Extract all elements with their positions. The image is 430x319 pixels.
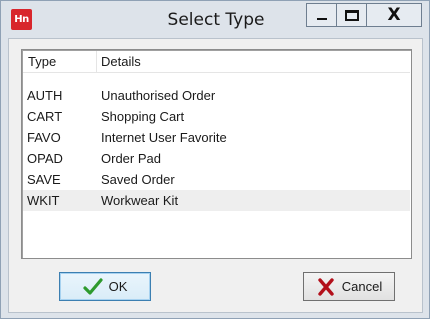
row-details: Unauthorised Order xyxy=(101,88,216,103)
ok-button-label: OK xyxy=(108,279,128,294)
maximize-button[interactable] xyxy=(337,4,367,26)
row-type: FAVO xyxy=(27,130,61,145)
list-rows: AUTH Unauthorised Order CART Shopping Ca… xyxy=(23,85,410,211)
row-type: AUTH xyxy=(27,88,63,103)
row-details: Order Pad xyxy=(101,151,161,166)
select-type-dialog: Hn Select Type X Type Details AUTH Unaut… xyxy=(0,0,430,319)
row-type: CART xyxy=(27,109,63,124)
close-button[interactable]: X xyxy=(367,4,421,26)
column-header-type[interactable]: Type xyxy=(23,51,97,73)
row-type: OPAD xyxy=(27,151,63,166)
list-row-auth[interactable]: AUTH Unauthorised Order xyxy=(23,85,410,106)
maximize-icon xyxy=(344,9,359,21)
cancel-button-label: Cancel xyxy=(341,279,383,294)
list-row-opad[interactable]: OPAD Order Pad xyxy=(23,148,410,169)
minimize-button[interactable] xyxy=(307,4,337,26)
row-type: SAVE xyxy=(27,172,61,187)
title-bar[interactable]: Hn Select Type X xyxy=(1,1,429,39)
row-details: Workwear Kit xyxy=(101,193,179,208)
row-details: Saved Order xyxy=(101,172,175,187)
red-x-icon xyxy=(318,277,334,296)
row-type: WKIT xyxy=(27,193,60,208)
row-details: Shopping Cart xyxy=(101,109,185,124)
close-icon: X xyxy=(387,4,401,25)
dialog-body: Type Details AUTH Unauthorised Order CAR… xyxy=(8,38,423,313)
column-header-details[interactable]: Details xyxy=(97,51,410,73)
row-details: Internet User Favorite xyxy=(101,130,227,145)
list-row-cart[interactable]: CART Shopping Cart xyxy=(23,106,410,127)
ok-button[interactable]: OK xyxy=(59,272,151,301)
list-header: Type Details xyxy=(23,51,410,73)
type-list[interactable]: Type Details AUTH Unauthorised Order CAR… xyxy=(21,49,412,259)
cancel-button[interactable]: Cancel xyxy=(303,272,395,301)
list-row-save[interactable]: SAVE Saved Order xyxy=(23,169,410,190)
green-checkmark-icon xyxy=(82,277,103,295)
list-row-favo[interactable]: FAVO Internet User Favorite xyxy=(23,127,410,148)
minimize-icon xyxy=(316,18,327,20)
list-row-wkit[interactable]: WKIT Workwear Kit xyxy=(23,190,410,211)
window-controls: X xyxy=(306,3,422,27)
